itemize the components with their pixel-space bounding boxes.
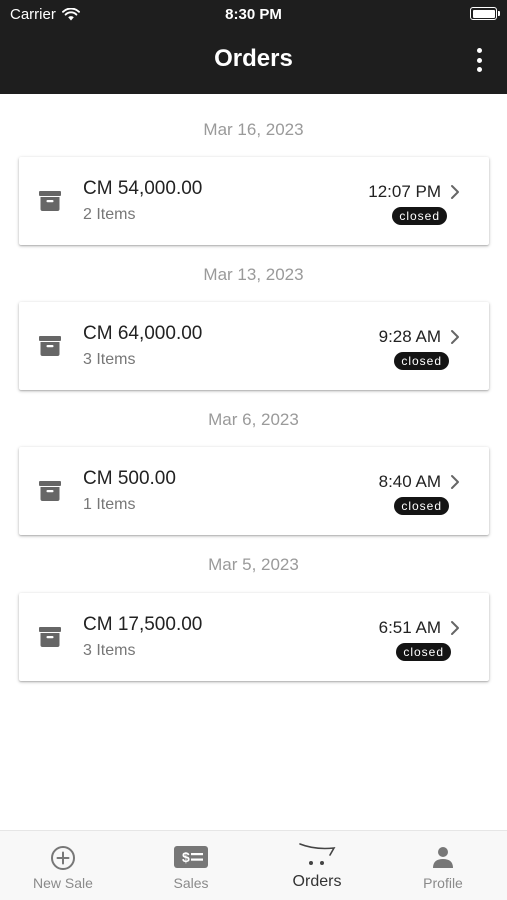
nav-item-sales[interactable]: $ Sales [128,831,254,900]
app-header: Carrier 8:30 PM Orders [0,0,507,94]
date-header: Mar 6, 2023 [208,410,299,429]
status-badge: closed [394,352,449,370]
order-card[interactable]: CM 64,000.00 3 Items 9:28 AM closed [19,302,489,390]
cash-icon: $ [174,846,208,868]
chevron-right-icon [451,475,459,489]
nav-item-orders[interactable]: Orders [254,831,380,900]
order-amount: CM 500.00 [83,468,176,489]
nav-item-profile[interactable]: Profile [380,831,506,900]
order-time: 9:28 AM [378,327,441,346]
chevron-right-icon [451,330,459,344]
archive-box-icon [39,191,61,211]
nav-label: Orders [292,873,342,890]
svg-text:$: $ [182,849,190,865]
date-header: Mar 13, 2023 [203,265,304,284]
more-vertical-icon [476,48,482,53]
bottom-nav: New Sale $ Sales Orders Profile [0,830,507,900]
status-badge: closed [394,497,449,515]
nav-label: Sales [173,875,209,891]
order-items-count: 3 Items [83,351,136,368]
cart-icon [299,843,336,865]
archive-box-icon [39,481,61,501]
nav-label: Profile [423,875,463,891]
chevron-right-icon [451,185,459,199]
date-header: Mar 5, 2023 [208,555,299,574]
order-amount: CM 64,000.00 [83,323,203,344]
status-time: 8:30 PM [225,6,282,23]
order-amount: CM 17,500.00 [83,614,203,635]
status-bar: Carrier 8:30 PM [0,0,507,30]
battery-icon [470,7,500,20]
order-card[interactable]: CM 17,500.00 3 Items 6:51 AM closed [19,593,489,681]
order-amount: CM 54,000.00 [83,178,203,199]
plus-circle-icon [51,846,75,870]
status-badge: closed [396,643,451,661]
order-time: 6:51 AM [378,618,441,637]
person-icon [433,847,453,868]
nav-item-new-sale[interactable]: New Sale [0,831,126,900]
page-title: Orders [214,45,293,72]
order-card[interactable]: CM 54,000.00 2 Items 12:07 PM closed [19,157,489,245]
archive-box-icon [39,627,61,647]
chevron-right-icon [451,621,459,635]
archive-box-icon [39,336,61,356]
order-card[interactable]: CM 500.00 1 Items 8:40 AM closed [19,447,489,535]
nav-label: New Sale [33,875,93,891]
order-items-count: 2 Items [83,206,136,223]
order-items-count: 1 Items [83,496,136,513]
date-header: Mar 16, 2023 [203,120,304,139]
order-time: 12:07 PM [368,182,441,201]
more-options-button[interactable] [469,46,489,74]
status-badge: closed [392,207,447,225]
order-items-count: 3 Items [83,642,136,659]
order-time: 8:40 AM [378,472,441,491]
